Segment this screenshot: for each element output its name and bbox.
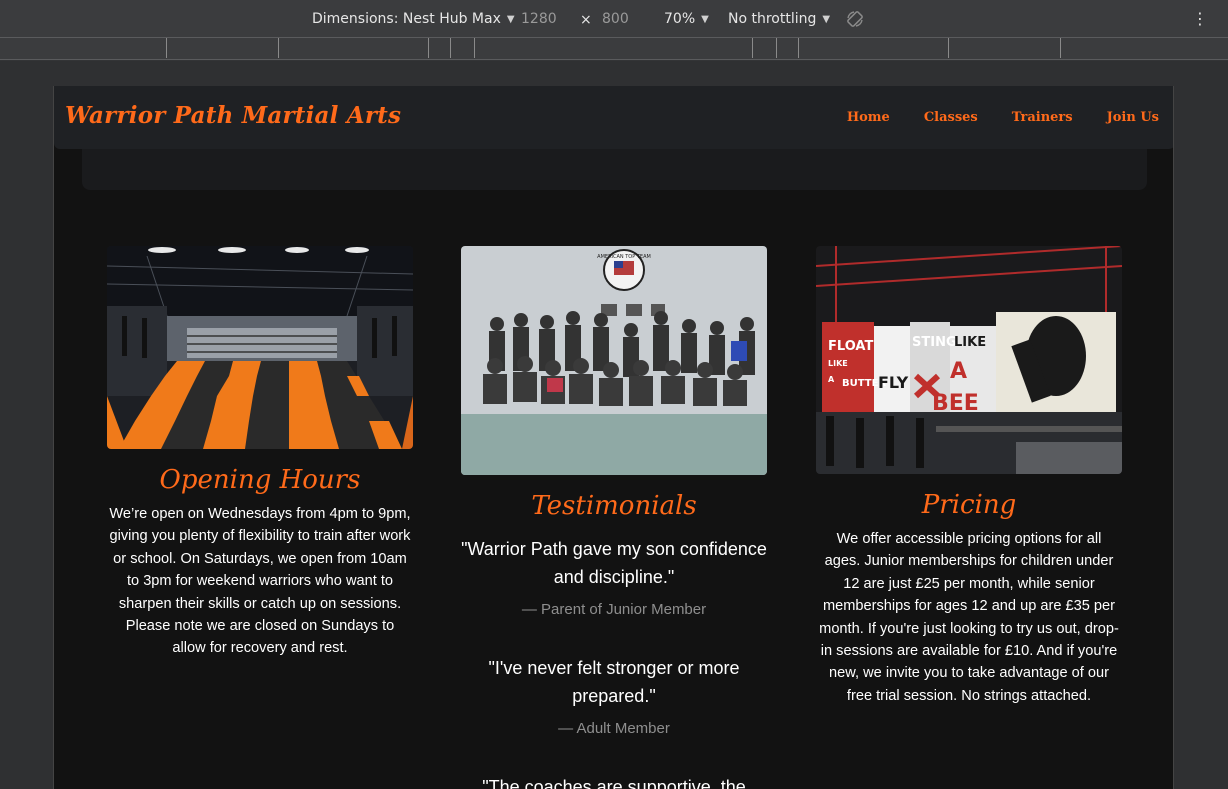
- chevron-down-icon: ▼: [506, 13, 515, 25]
- ruler-tick: [948, 38, 949, 58]
- width-input[interactable]: 1280: [521, 11, 557, 27]
- mural-text: A: [828, 375, 835, 384]
- team-photo-image: AMERICAN TOP TEAM: [461, 246, 767, 475]
- emulated-page: Warrior Path Martial Arts Home Classes T…: [53, 86, 1174, 789]
- ruler-tick: [798, 38, 799, 58]
- throttling-label: No throttling: [728, 11, 817, 27]
- testimonial-quote: "Warrior Path gave my son confidence and…: [461, 539, 767, 587]
- more-options-icon[interactable]: ⋮: [1192, 11, 1208, 27]
- mural-text: FLY: [878, 373, 909, 392]
- testimonial-author: — Adult Member: [558, 720, 670, 737]
- chevron-down-icon: ▼: [822, 13, 831, 25]
- device-label: Dimensions: Nest Hub Max: [312, 11, 501, 27]
- throttling-select[interactable]: No throttling ▼: [728, 11, 830, 27]
- opening-hours-card: Opening Hours We’re open on Wednesdays f…: [107, 246, 413, 660]
- ruler-tick: [752, 38, 753, 58]
- opening-hours-text: We’re open on Wednesdays from 4pm to 9pm…: [109, 506, 411, 657]
- mural-text: LIKE: [828, 359, 848, 368]
- nav-trainers-link[interactable]: Trainers: [1012, 110, 1073, 125]
- site-nav: Home Classes Trainers Join Us: [847, 110, 1159, 125]
- mural-text: LIKE: [954, 335, 986, 350]
- mural-text: A: [950, 359, 967, 384]
- site-navbar: Warrior Path Martial Arts Home Classes T…: [54, 86, 1173, 149]
- devtools-toolbar: Dimensions: Nest Hub Max ▼ 1280 × 800 70…: [0, 0, 1228, 38]
- nav-home-link[interactable]: Home: [847, 110, 890, 125]
- nav-join-link[interactable]: Join Us: [1107, 110, 1159, 125]
- pricing-title: Pricing: [921, 490, 1017, 520]
- site-brand[interactable]: Warrior Path Martial Arts: [65, 102, 401, 129]
- testimonial-quote: "The coaches are supportive, the: [482, 777, 746, 789]
- mural-text: STING: [912, 335, 957, 350]
- nav-classes-link[interactable]: Classes: [924, 110, 978, 125]
- testimonial-author: — Parent of Junior Member: [521, 601, 707, 618]
- ruler-tick: [428, 38, 429, 58]
- ruler-tick: [776, 38, 777, 58]
- pricing-text: We offer accessible pricing options for …: [819, 531, 1119, 704]
- hero-strip: [82, 149, 1147, 190]
- ruler-tick: [474, 38, 475, 58]
- ruler-tick: [278, 38, 279, 58]
- ruler-tick: [450, 38, 451, 58]
- logo-text: AMERICAN TOP TEAM: [597, 254, 651, 260]
- ruler-tick: [166, 38, 167, 58]
- testimonial-quote: "I've never felt stronger or more prepar…: [488, 658, 740, 706]
- ruler-tick: [1060, 38, 1061, 58]
- gym-interior-image: [107, 246, 413, 449]
- opening-hours-title: Opening Hours: [159, 465, 361, 495]
- device-dimensions-select[interactable]: Dimensions: Nest Hub Max ▼: [312, 11, 515, 27]
- chevron-down-icon: ▼: [701, 13, 709, 25]
- mural-text: FLOAT: [828, 339, 873, 354]
- gym-mural-image: FLOAT LIKE A BUTTER FLY STING LIKE A BEE: [816, 246, 1122, 474]
- testimonials-card: AMERICAN TOP TEAM Testimonials "Warrior …: [461, 246, 767, 789]
- rotate-icon[interactable]: [845, 9, 865, 29]
- pricing-card: FLOAT LIKE A BUTTER FLY STING LIKE A BEE…: [816, 246, 1122, 707]
- zoom-select[interactable]: 70% ▼: [664, 11, 709, 27]
- height-input[interactable]: 800: [602, 11, 629, 27]
- testimonials-title: Testimonials: [531, 491, 697, 521]
- times-icon: ×: [580, 12, 592, 28]
- media-query-ruler[interactable]: [0, 38, 1228, 60]
- zoom-label: 70%: [664, 11, 696, 27]
